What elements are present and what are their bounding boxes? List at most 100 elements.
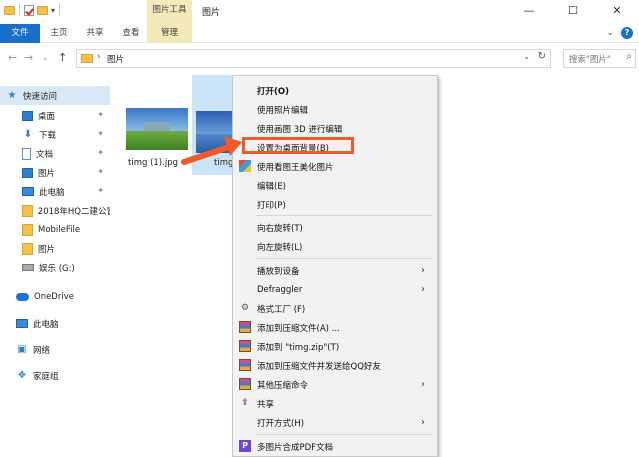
help-icon[interactable]: ? — [621, 27, 633, 39]
sidebar-item-drive-g[interactable]: 娱乐 (G:) — [0, 258, 110, 277]
menu-item-cast-to-device[interactable]: 播放到设备 › — [233, 261, 437, 280]
pin-icon[interactable]: ✦ — [97, 167, 104, 176]
pc-icon — [22, 187, 34, 196]
minimize-button[interactable]: — — [507, 0, 551, 20]
highlight-box — [242, 137, 354, 154]
menu-item-label: 播放到设备 — [257, 266, 300, 277]
properties-icon[interactable] — [24, 4, 34, 16]
sidebar-item-downloads[interactable]: ⬇ 下载 ✦ — [0, 125, 110, 144]
ribbon-tabs: 文件 主页 共享 查看 管理 ⌄ ? — [0, 24, 639, 43]
folder-icon — [22, 223, 33, 236]
pictures-icon — [22, 167, 33, 178]
sidebar-item-pictures-folder[interactable]: 图片 — [0, 239, 110, 258]
desktop-icon — [22, 110, 33, 121]
menu-item-open-with[interactable]: 打开方式(H) › — [233, 413, 437, 432]
new-folder-icon[interactable] — [37, 5, 48, 15]
menu-divider — [255, 434, 433, 435]
expand-ribbon-icon[interactable]: ⌄ — [606, 28, 614, 38]
chevron-right-icon: › — [421, 417, 425, 428]
menu-item-edit[interactable]: 编辑(E) — [233, 176, 437, 195]
menu-item-format-factory[interactable]: ⚙ 格式工厂 (F) — [233, 299, 437, 318]
sidebar-item-this-pc-root[interactable]: 此电脑 — [0, 314, 110, 333]
menu-item-other-compress[interactable]: 其他压缩命令 › — [233, 375, 437, 394]
customize-toolbar-icon[interactable]: ▾ — [51, 6, 55, 15]
menu-item-add-to-archive[interactable]: 添加到压缩文件(A) ... — [233, 318, 437, 337]
menu-item-print[interactable]: 打印(P) — [233, 195, 437, 214]
menu-item-beautify[interactable]: 使用看图王美化图片 — [233, 157, 437, 176]
menu-item-archive-send-qq[interactable]: 添加到压缩文件并发送给QQ好友 — [233, 356, 437, 375]
sidebar-item-label: 此电脑 — [39, 187, 65, 198]
breadcrumb-separator-icon[interactable]: › — [97, 52, 101, 62]
pin-icon[interactable]: ✦ — [97, 110, 104, 119]
sidebar-item-this-pc[interactable]: 此电脑 ✦ — [0, 182, 110, 201]
pin-icon[interactable]: ✦ — [97, 148, 104, 157]
menu-item-share[interactable]: ⇪ 共享 — [233, 394, 437, 413]
navigation-pane: ★ 快速访问 桌面 ✦ ⬇ 下载 ✦ 文档 ✦ 图片 ✦ 此电脑 ✦ 2018年… — [0, 80, 110, 457]
quick-access-toolbar: ▾ — [4, 4, 61, 16]
close-button[interactable]: ✕ — [595, 0, 639, 20]
folder-icon — [81, 54, 93, 63]
tab-home[interactable]: 主页 — [44, 24, 74, 43]
share-icon: ⇪ — [241, 398, 249, 408]
menu-item-edit-with-paint3d[interactable]: 使用画图 3D 进行编辑 — [233, 119, 437, 138]
sidebar-item-mobilefile[interactable]: MobileFile — [0, 220, 110, 239]
menu-item-label: 打开(O) — [257, 86, 289, 97]
file-item-timg-1[interactable]: timg (1).jpg — [118, 72, 188, 172]
pin-icon[interactable]: ✦ — [97, 186, 104, 195]
breadcrumb[interactable]: 图片 — [107, 53, 124, 65]
tab-view[interactable]: 查看 — [116, 24, 146, 43]
chevron-right-icon: › — [421, 379, 425, 390]
sidebar-item-label: 2018年HQ二建公冒 — [37, 206, 110, 217]
star-icon: ★ — [7, 89, 17, 101]
folder-icon[interactable] — [4, 5, 15, 15]
chevron-down-icon[interactable]: ⌄ — [523, 52, 530, 61]
sidebar-item-pictures[interactable]: 图片 ✦ — [0, 163, 110, 182]
menu-item-label: 格式工厂 (F) — [257, 304, 306, 315]
address-input[interactable]: › 图片 ⌄ ↻ — [76, 49, 551, 68]
pin-icon[interactable]: ✦ — [97, 129, 104, 138]
sidebar-item-folder-2018[interactable]: 2018年HQ二建公冒 — [0, 201, 110, 220]
navigation-bar: ← → ⌄ ↑ › 图片 ⌄ ↻ 搜索"图片" ⌕ — [0, 44, 639, 72]
menu-item-add-to-zip[interactable]: 添加到 "timg.zip"(T) — [233, 337, 437, 356]
menu-item-label: 共享 — [257, 399, 275, 410]
title-bar: ▾ 图片工具 图片 — ☐ ✕ — [0, 0, 639, 24]
divider — [19, 4, 20, 16]
menu-item-label: 使用画图 3D 进行编辑 — [257, 124, 343, 135]
sidebar-item-label: 图片 — [38, 168, 56, 179]
sidebar-item-documents[interactable]: 文档 ✦ — [0, 144, 110, 163]
back-arrow-icon[interactable]: ← — [8, 51, 17, 64]
pc-icon — [16, 319, 28, 328]
menu-item-merge-pdf[interactable]: P 多图片合成PDF文档 — [233, 437, 437, 456]
menu-item-edit-with-photos[interactable]: 使用照片编辑 — [233, 100, 437, 119]
refresh-icon[interactable]: ↻ — [538, 51, 546, 62]
forward-arrow-icon[interactable]: → — [24, 51, 33, 64]
menu-item-label: 多图片合成PDF文档 — [257, 442, 334, 453]
tab-share[interactable]: 共享 — [80, 24, 110, 43]
menu-item-label: 打印(P) — [257, 200, 286, 211]
sidebar-item-label: 此电脑 — [33, 319, 59, 330]
sidebar-item-desktop[interactable]: 桌面 ✦ — [0, 106, 110, 125]
menu-item-defraggler[interactable]: Defraggler › — [233, 280, 437, 299]
archive-icon — [239, 321, 251, 333]
sidebar-item-network[interactable]: ▣ 网络 — [0, 340, 110, 359]
menu-item-label: 打开方式(H) — [257, 418, 305, 429]
gear-icon: ⚙ — [240, 303, 250, 313]
maximize-button[interactable]: ☐ — [551, 0, 595, 20]
tab-file[interactable]: 文件 — [0, 24, 40, 43]
menu-item-rotate-left[interactable]: 向左旋转(L) — [233, 237, 437, 256]
sidebar-item-label: 娱乐 (G:) — [39, 263, 75, 274]
sidebar-item-label: 家庭组 — [33, 371, 59, 382]
search-input[interactable]: 搜索"图片" ⌕ — [563, 49, 636, 68]
sidebar-item-onedrive[interactable]: OneDrive — [0, 287, 110, 306]
recent-locations-icon[interactable]: ⌄ — [42, 53, 49, 62]
sidebar-item-label: OneDrive — [34, 291, 74, 302]
sidebar-item-label: 桌面 — [38, 111, 56, 122]
sidebar-item-quick-access[interactable]: ★ 快速访问 — [0, 86, 110, 105]
menu-item-open[interactable]: 打开(O) — [233, 81, 437, 100]
sidebar-item-label: 快速访问 — [23, 91, 58, 102]
file-name: timg (1).jpg — [128, 158, 178, 168]
menu-item-rotate-right[interactable]: 向右旋转(T) — [233, 218, 437, 237]
tab-manage[interactable]: 管理 — [147, 24, 192, 43]
up-arrow-icon[interactable]: ↑ — [58, 51, 67, 64]
sidebar-item-homegroup[interactable]: ❖ 家庭组 — [0, 366, 110, 385]
